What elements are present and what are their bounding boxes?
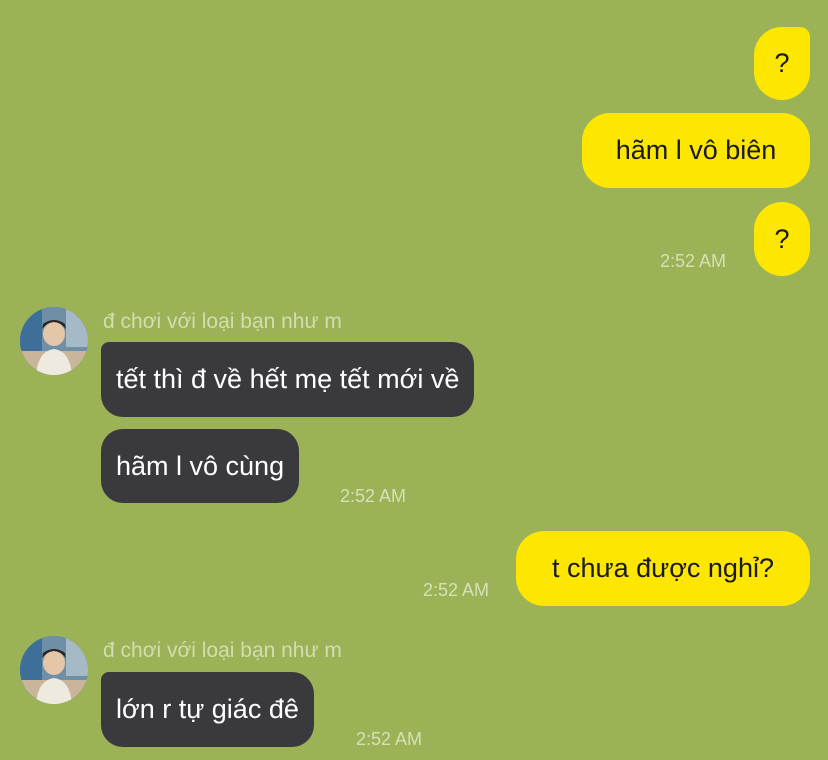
incoming-message-bubble[interactable]: lớn r tự giác đê <box>101 672 314 747</box>
message-text: hãm l vô cùng <box>116 450 285 481</box>
message-text: ? <box>774 48 790 78</box>
message-text: hãm l vô biên <box>615 135 777 165</box>
outgoing-message-bubble[interactable]: ? <box>754 27 810 100</box>
sender-name: đ chơi với loại bạn như m <box>103 310 342 333</box>
message-timestamp: 2:52 AM <box>340 486 407 506</box>
outgoing-message-bubble[interactable]: ? <box>754 202 810 276</box>
sender-name: đ chơi với loại bạn như m <box>103 639 342 662</box>
avatar-image <box>20 636 88 704</box>
message-timestamp: 2:52 AM <box>660 251 727 271</box>
outgoing-message-bubble[interactable]: t chưa được nghỉ? <box>516 531 810 606</box>
incoming-message-bubble[interactable]: hãm l vô cùng <box>101 429 300 503</box>
sender-avatar[interactable] <box>20 307 88 375</box>
avatar-image <box>20 307 88 375</box>
message-text: tết thì đ về hết mẹ tết mới về <box>116 364 460 394</box>
outgoing-message-bubble[interactable]: hãm l vô biên <box>582 113 810 188</box>
message-text: lớn r tự giác đê <box>116 694 299 724</box>
incoming-message-bubble[interactable]: tết thì đ về hết mẹ tết mới về <box>101 342 475 417</box>
message-text: t chưa được nghỉ? <box>552 553 774 583</box>
message-text: ? <box>774 223 790 254</box>
message-timestamp: 2:52 AM <box>423 580 490 600</box>
sender-avatar[interactable] <box>20 636 88 704</box>
message-timestamp: 2:52 AM <box>356 729 423 749</box>
